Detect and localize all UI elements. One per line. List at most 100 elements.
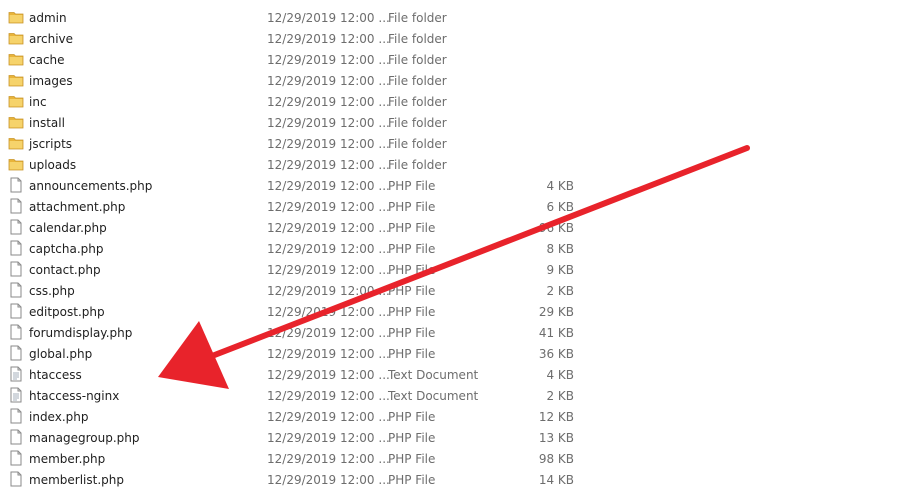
file-row[interactable]: managegroup.php 12/29/2019 12:00 ... PHP F…	[0, 427, 904, 448]
file-date-modified: 12/29/2019 12:00 ...	[267, 32, 390, 46]
file-type: PHP File	[388, 263, 436, 277]
file-type: File folder	[388, 158, 447, 172]
file-row[interactable]: global.php 12/29/2019 12:00 ... PHP File 36…	[0, 343, 904, 364]
file-name: images	[29, 74, 73, 88]
file-size: 36 KB	[538, 347, 574, 361]
file-size: 98 KB	[538, 452, 574, 466]
file-type: File folder	[388, 137, 447, 151]
file-row[interactable]: jscripts 12/29/2019 12:00 ... File folder	[0, 133, 904, 154]
file-date-modified: 12/29/2019 12:00 ...	[267, 389, 390, 403]
file-name: css.php	[29, 284, 75, 298]
file-date-modified: 12/29/2019 12:00 ...	[267, 158, 390, 172]
file-icon	[8, 408, 24, 424]
file-row[interactable]: announcements.php 12/29/2019 12:00 ... PHP…	[0, 175, 904, 196]
file-name: captcha.php	[29, 242, 104, 256]
file-icon	[8, 345, 24, 361]
file-name: admin	[29, 11, 67, 25]
file-name: cache	[29, 53, 65, 67]
file-row[interactable]: index.php 12/29/2019 12:00 ... PHP File 12 …	[0, 406, 904, 427]
file-type: PHP File	[388, 452, 436, 466]
file-name: index.php	[29, 410, 89, 424]
file-date-modified: 12/29/2019 12:00 ...	[267, 284, 390, 298]
file-row[interactable]: htaccess-nginx 12/29/2019 12:00 ... Text D…	[0, 385, 904, 406]
file-row[interactable]: inc 12/29/2019 12:00 ... File folder	[0, 91, 904, 112]
file-type: File folder	[388, 11, 447, 25]
file-row[interactable]: uploads 12/29/2019 12:00 ... File folder	[0, 154, 904, 175]
file-icon	[8, 450, 24, 466]
file-row[interactable]: cache 12/29/2019 12:00 ... File folder	[0, 49, 904, 70]
text-document-icon	[8, 366, 24, 382]
file-icon	[8, 219, 24, 235]
file-row[interactable]: captcha.php 12/29/2019 12:00 ... PHP File 8…	[0, 238, 904, 259]
file-icon	[8, 198, 24, 214]
folder-icon	[8, 135, 24, 151]
file-type: PHP File	[388, 410, 436, 424]
file-size: 14 KB	[538, 473, 574, 487]
file-row[interactable]: attachment.php 12/29/2019 12:00 ... PHP Fi…	[0, 196, 904, 217]
file-size: 96 KB	[538, 221, 574, 235]
file-row[interactable]: contact.php 12/29/2019 12:00 ... PHP File 9…	[0, 259, 904, 280]
file-row[interactable]: forumdisplay.php 12/29/2019 12:00 ... PHP …	[0, 322, 904, 343]
file-row[interactable]: member.php 12/29/2019 12:00 ... PHP File 98…	[0, 448, 904, 469]
file-type: PHP File	[388, 200, 436, 214]
file-icon	[8, 282, 24, 298]
file-date-modified: 12/29/2019 12:00 ...	[267, 410, 390, 424]
file-size: 2 KB	[546, 284, 574, 298]
file-type: File folder	[388, 53, 447, 67]
file-name: htaccess-nginx	[29, 389, 120, 403]
file-name: inc	[29, 95, 47, 109]
file-icon	[8, 324, 24, 340]
file-name: announcements.php	[29, 179, 153, 193]
file-row[interactable]: css.php 12/29/2019 12:00 ... PHP File 2 KB	[0, 280, 904, 301]
file-icon	[8, 240, 24, 256]
file-row[interactable]: calendar.php 12/29/2019 12:00 ... PHP File…	[0, 217, 904, 238]
file-size: 4 KB	[546, 179, 574, 193]
file-icon	[8, 429, 24, 445]
file-row[interactable]: admin 12/29/2019 12:00 ... File folder	[0, 7, 904, 28]
file-type: File folder	[388, 32, 447, 46]
file-type: PHP File	[388, 326, 436, 340]
file-type: File folder	[388, 116, 447, 130]
file-date-modified: 12/29/2019 12:00 ...	[267, 137, 390, 151]
file-date-modified: 12/29/2019 12:00 ...	[267, 53, 390, 67]
file-name: jscripts	[29, 137, 73, 151]
file-row[interactable]: install 12/29/2019 12:00 ... File folder	[0, 112, 904, 133]
file-type: PHP File	[388, 242, 436, 256]
file-size: 6 KB	[546, 200, 574, 214]
file-date-modified: 12/29/2019 12:00 ...	[267, 179, 390, 193]
file-size: 9 KB	[546, 263, 574, 277]
file-date-modified: 12/29/2019 12:00 ...	[267, 200, 390, 214]
folder-icon	[8, 9, 24, 25]
file-row[interactable]: archive 12/29/2019 12:00 ... File folder	[0, 28, 904, 49]
file-size: 4 KB	[546, 368, 574, 382]
file-name: calendar.php	[29, 221, 107, 235]
file-row[interactable]: memberlist.php 12/29/2019 12:00 ... PHP Fi…	[0, 469, 904, 490]
file-name: managegroup.php	[29, 431, 140, 445]
file-type: File folder	[388, 95, 447, 109]
file-row[interactable]: editpost.php 12/29/2019 12:00 ... PHP File…	[0, 301, 904, 322]
file-type: PHP File	[388, 179, 436, 193]
file-icon	[8, 261, 24, 277]
file-date-modified: 12/29/2019 12:00 ...	[267, 116, 390, 130]
file-name: forumdisplay.php	[29, 326, 133, 340]
folder-icon	[8, 156, 24, 172]
file-icon	[8, 303, 24, 319]
file-row[interactable]: images 12/29/2019 12:00 ... File folder	[0, 70, 904, 91]
folder-icon	[8, 114, 24, 130]
file-type: PHP File	[388, 473, 436, 487]
file-name: install	[29, 116, 65, 130]
file-type: PHP File	[388, 284, 436, 298]
file-name: member.php	[29, 452, 106, 466]
file-type: PHP File	[388, 431, 436, 445]
file-name: archive	[29, 32, 74, 46]
file-row[interactable]: htaccess 12/29/2019 12:00 ... Text Documen…	[0, 364, 904, 385]
folder-icon	[8, 30, 24, 46]
folder-icon	[8, 93, 24, 109]
file-size: 8 KB	[546, 242, 574, 256]
file-date-modified: 12/29/2019 12:00 ...	[267, 431, 390, 445]
file-date-modified: 12/29/2019 12:00 ...	[267, 11, 390, 25]
file-date-modified: 12/29/2019 12:00 ...	[267, 242, 390, 256]
text-document-icon	[8, 387, 24, 403]
file-date-modified: 12/29/2019 12:00 ...	[267, 221, 390, 235]
file-type: File folder	[388, 74, 447, 88]
